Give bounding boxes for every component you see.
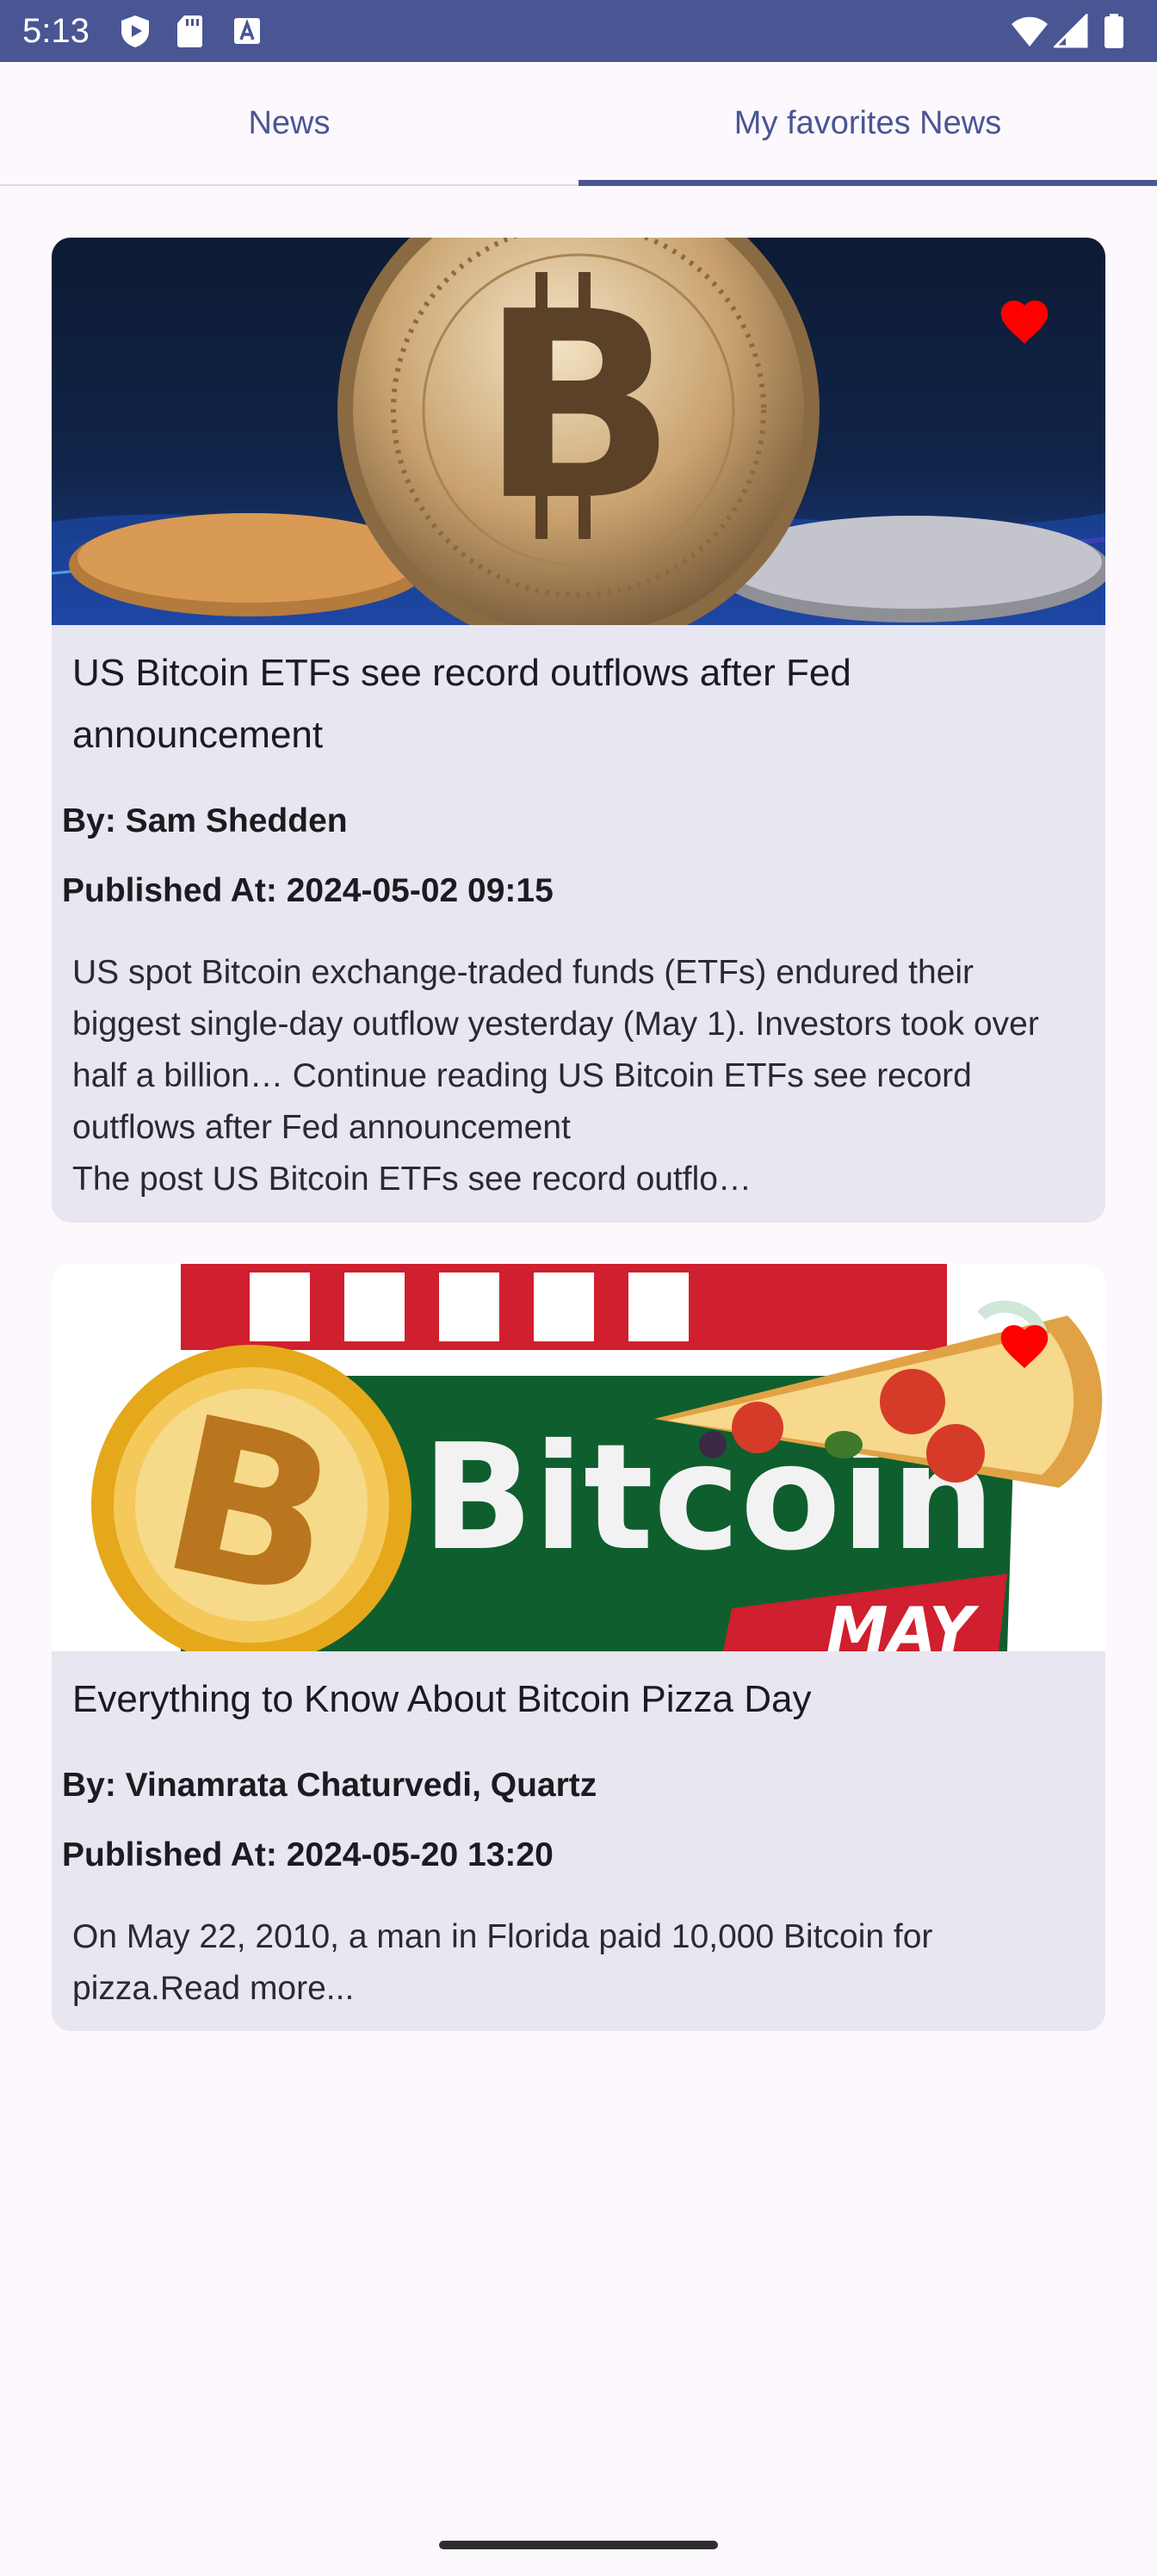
article-title: Everything to Know About Bitcoin Pizza D…	[72, 1678, 812, 1720]
bitcoin-pizza-day-image: MAY Bitcoin B	[52, 1264, 1105, 1651]
article-published-date: Published At: 2024-05-20 13:20	[62, 1836, 554, 1873]
tab-selected-indicator	[578, 180, 1157, 186]
article-title: US Bitcoin ETFs see record outflows afte…	[72, 652, 851, 756]
font-a-icon	[234, 18, 260, 44]
article-author: By: Sam Shedden	[62, 802, 348, 839]
battery-icon	[1104, 14, 1123, 48]
cell-signal-icon	[1054, 14, 1088, 48]
gesture-navigation-handle[interactable]	[439, 2541, 718, 2549]
article-author: By: Vinamrata Chaturvedi, Quartz	[62, 1767, 597, 1804]
status-system-icons	[1011, 14, 1131, 48]
favorite-heart-icon[interactable]	[995, 294, 1054, 345]
wifi-icon	[1012, 16, 1048, 46]
tab-bar: News My favorites News	[0, 62, 1157, 186]
tab-my-favorites-news[interactable]: My favorites News	[578, 62, 1157, 184]
tab-news[interactable]: News	[0, 62, 578, 184]
news-card[interactable]: B US Bitcoin ETFs see record outflows af…	[52, 238, 1105, 1223]
image-may-text: MAY	[826, 1594, 980, 1651]
article-description: US spot Bitcoin exchange-traded funds (E…	[72, 954, 1039, 1198]
favorite-heart-icon[interactable]	[995, 1318, 1054, 1370]
bitcoin-coin-image: B	[52, 238, 1105, 625]
play-protect-icon	[121, 15, 149, 47]
status-bar: 5:13	[0, 0, 1157, 62]
sd-card-icon	[177, 15, 202, 47]
status-time: 5:13	[22, 12, 90, 50]
article-description: On May 22, 2010, a man in Florida paid 1…	[72, 1918, 933, 2007]
news-card[interactable]: MAY Bitcoin B Everything to Know About B…	[52, 1264, 1105, 2031]
article-published-date: Published At: 2024-05-02 09:15	[62, 872, 554, 909]
